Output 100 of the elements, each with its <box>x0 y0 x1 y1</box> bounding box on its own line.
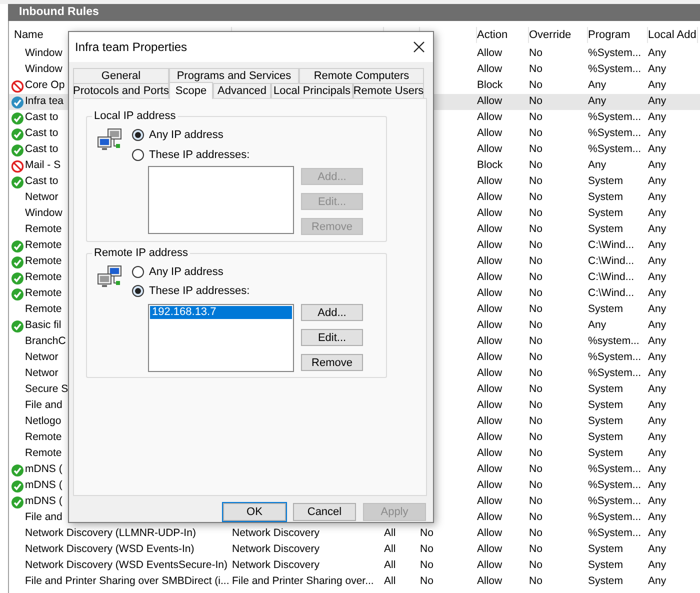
table-cell-text: %System... <box>588 366 642 382</box>
table-cell-text: Allow <box>477 446 502 462</box>
table-cell-text: System <box>588 382 624 398</box>
table-cell-text: Network Discovery (WSD Events-In) <box>25 542 194 558</box>
table-cell-text: Remote <box>25 430 62 446</box>
table-cell-text: No <box>529 398 542 414</box>
table-cell-text: Any <box>588 78 606 94</box>
table-cell-text: No <box>529 46 542 62</box>
table-cell-text: mDNS ( <box>25 478 62 494</box>
table-cell-text: Any <box>648 366 666 382</box>
table-cell-text: Any <box>648 78 666 94</box>
table-cell-text: Allow <box>477 142 502 158</box>
table-cell-text: Allow <box>477 350 502 366</box>
table-cell-text: Any <box>648 62 666 78</box>
table-cell-text: Basic fil <box>25 318 62 334</box>
table-cell-text: Networ <box>25 350 58 366</box>
table-cell-text: C:\Wind... <box>588 286 634 302</box>
table-cell-text: Any <box>648 510 666 526</box>
table-cell-text: Window <box>25 206 62 222</box>
table-cell-text: No <box>529 542 542 558</box>
table-cell-text: Any <box>648 382 666 398</box>
table-cell-text: Any <box>648 126 666 142</box>
table-cell-text: No <box>529 382 542 398</box>
table-cell-text: Any <box>648 110 666 126</box>
table-cell-text: BranchC <box>25 334 66 350</box>
table-cell-text: File and Printer Sharing over... <box>232 574 374 590</box>
table-cell-text: No <box>529 238 542 254</box>
table-cell-text: Any <box>648 478 666 494</box>
table-cell-text: No <box>529 302 542 318</box>
table-cell-text: System <box>588 574 624 590</box>
table-cell-text: %System... <box>588 526 642 542</box>
table-cell-text: Infra tea <box>25 94 64 110</box>
table-cell-text: No <box>529 62 542 78</box>
table-cell-text: Any <box>648 142 666 158</box>
table-cell-text: No <box>529 462 542 478</box>
table-cell-text: Any <box>648 414 666 430</box>
table-cell-text: %System... <box>588 462 642 478</box>
table-cell-text: No <box>529 430 542 446</box>
table-cell-text: File and Printer Sharing over SMBDirect (i... <box>25 574 230 590</box>
table-cell-text: No <box>529 366 542 382</box>
table-cell-text: No <box>529 318 542 334</box>
table-cell-text: Any <box>648 462 666 478</box>
table-cell-text: No <box>529 78 542 94</box>
table-cell-text: Block <box>477 78 503 94</box>
table-cell-text: Any <box>648 238 666 254</box>
table-cell-text: No <box>529 526 542 542</box>
table-cell-text: No <box>529 478 542 494</box>
table-cell-text: Block <box>477 158 503 174</box>
table-cell-text: Netlogo <box>25 414 62 430</box>
table-cell-text: mDNS ( <box>25 462 62 478</box>
table-cell-text: No <box>529 286 542 302</box>
table-cell-text: System <box>588 542 624 558</box>
table-cell-text: Any <box>648 46 666 62</box>
table-cell-text: Cast to <box>25 110 58 126</box>
table-cell-text: Remote <box>25 286 62 302</box>
table-cell-text: %System... <box>588 126 642 142</box>
table-cell-text: No <box>529 414 542 430</box>
group-title: Local IP address <box>93 109 177 123</box>
table-cell-text: Any <box>648 222 666 238</box>
table-cell-text: No <box>529 190 542 206</box>
table-cell-text: Allow <box>477 494 502 510</box>
table-cell-text: Cast to <box>25 174 58 190</box>
table-cell-text: Any <box>648 286 666 302</box>
table-cell-text: Cast to <box>25 126 58 142</box>
table-cell-text: No <box>529 270 542 286</box>
table-cell-text: No <box>529 334 542 350</box>
table-cell-text: No <box>529 126 542 142</box>
table-cell-text: Remote <box>25 222 62 238</box>
table-cell-text: Allow <box>477 174 502 190</box>
table-cell-text: Allow <box>477 334 502 350</box>
table-cell-text: No <box>529 494 542 510</box>
table-cell-text: Any <box>648 158 666 174</box>
table-cell-text: Any <box>648 398 666 414</box>
table-cell-text: Window <box>25 46 62 62</box>
table-cell-text: Allow <box>477 302 502 318</box>
table-cell-text: No <box>420 574 434 590</box>
table-cell-text: %System... <box>588 350 642 366</box>
table-cell-text: System <box>588 558 624 574</box>
table-cell-text: Any <box>648 206 666 222</box>
table-cell-text: System <box>588 222 624 238</box>
table-cell-text: Allow <box>477 462 502 478</box>
table-cell-text: All <box>384 526 396 542</box>
table-cell-text: Any <box>648 542 666 558</box>
table-cell-text: No <box>529 510 542 526</box>
table-cell-text: Allow <box>477 526 502 542</box>
table-cell-text: Allow <box>477 558 502 574</box>
table-cell-text: All <box>384 542 396 558</box>
table-cell-text: No <box>529 350 542 366</box>
group-title: Remote IP address <box>93 246 189 260</box>
table-cell-text: No <box>529 110 542 126</box>
table-cell-text: Remote <box>25 302 62 318</box>
table-cell-text: Window <box>25 62 62 78</box>
table-cell-text: Any <box>588 158 606 174</box>
table-cell-text: Any <box>648 302 666 318</box>
table-cell-text: Network Discovery (WSD EventsSecure-In) <box>25 558 228 574</box>
table-cell-text: Any <box>648 526 666 542</box>
dialog-title: Infra team Properties <box>75 39 188 56</box>
table-cell-text: All <box>384 558 396 574</box>
table-cell-text: Network Discovery <box>232 542 320 558</box>
table-cell-text: Any <box>648 174 666 190</box>
